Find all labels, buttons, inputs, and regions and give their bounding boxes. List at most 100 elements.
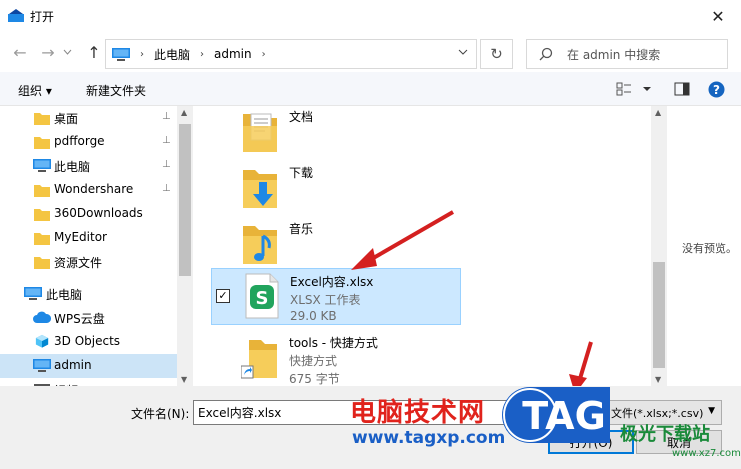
forward-button[interactable]: → xyxy=(38,42,58,62)
watermark-tag-logo: TAG xyxy=(502,387,610,443)
downloads-folder-icon xyxy=(243,170,277,208)
watermark-title: 电脑技术网 xyxy=(350,398,486,428)
search-icon xyxy=(539,47,553,61)
refresh-icon: ↻ xyxy=(490,45,503,63)
breadcrumb-this-pc[interactable]: 此电脑 xyxy=(154,46,190,63)
search-placeholder: 在 admin 中搜索 xyxy=(567,47,661,62)
refresh-button[interactable]: ↻ xyxy=(480,39,513,69)
scrollbar-thumb[interactable] xyxy=(179,124,191,276)
file-list-scrollbar[interactable]: ▲ ▼ xyxy=(651,106,667,386)
app-icon xyxy=(8,9,24,22)
sidebar-item-admin[interactable]: admin xyxy=(0,354,177,378)
sidebar-item-pdfforge[interactable]: pdfforge ⊥ xyxy=(0,130,177,154)
sidebar-item-label: 360Downloads xyxy=(54,206,143,220)
arrow-up-icon: ↑ xyxy=(87,42,101,62)
back-button[interactable]: ← xyxy=(10,42,30,62)
scrollbar-thumb[interactable] xyxy=(653,262,665,368)
svg-text:S: S xyxy=(256,288,269,309)
sidebar-item-wondershare[interactable]: Wondershare ⊥ xyxy=(0,178,177,202)
file-size: 29.0 KB xyxy=(290,309,337,323)
filter-value: 文件(*.xlsx;*.csv) xyxy=(611,406,704,420)
sidebar-item-myeditor[interactable]: MyEditor xyxy=(0,226,177,250)
sidebar-item-360downloads[interactable]: 360Downloads xyxy=(0,202,177,226)
file-size: 675 字节 xyxy=(289,372,340,386)
sidebar-item-label: MyEditor xyxy=(54,230,107,244)
file-name: 音乐 xyxy=(289,222,314,236)
address-dropdown-icon[interactable] xyxy=(458,47,468,58)
annotation-arrow xyxy=(569,341,593,386)
cloud-icon xyxy=(33,311,51,323)
arrow-left-icon: ← xyxy=(13,42,27,62)
svg-text:TAG: TAG xyxy=(522,394,606,438)
computer-icon xyxy=(112,47,130,61)
pin-icon: ⊥ xyxy=(162,135,171,146)
pin-icon: ⊥ xyxy=(162,159,171,170)
shortcut-folder-icon xyxy=(241,340,277,379)
sidebar-item-videos[interactable]: 视频 xyxy=(0,378,177,386)
chevron-down-icon: ▼ xyxy=(708,406,715,416)
organize-menu[interactable]: 组织 ▾ xyxy=(18,82,52,99)
file-name: tools - 快捷方式 xyxy=(289,336,378,350)
sidebar-item-resources[interactable]: 资源文件 xyxy=(0,250,177,274)
chevron-down-icon xyxy=(63,49,71,55)
sidebar-item-3d-objects[interactable]: 3D Objects xyxy=(0,330,177,354)
wps-spreadsheet-icon: S xyxy=(245,273,279,319)
scroll-down-icon[interactable]: ▼ xyxy=(655,375,661,384)
command-toolbar: 组织 ▾ 新建文件夹 ? xyxy=(0,72,741,106)
selection-checkbox[interactable]: ✓ xyxy=(216,289,230,303)
new-folder-button[interactable]: 新建文件夹 xyxy=(86,82,146,99)
scroll-up-icon[interactable]: ▲ xyxy=(181,108,187,117)
view-options-icon[interactable] xyxy=(616,81,632,97)
folder-icon xyxy=(34,137,50,149)
sidebar-item-label: 此电脑 xyxy=(46,288,83,302)
cube-icon xyxy=(35,334,49,348)
sidebar-item-this-pc-pinned[interactable]: 此电脑 ⊥ xyxy=(0,154,177,178)
scroll-up-icon[interactable]: ▲ xyxy=(655,108,661,117)
close-icon: ✕ xyxy=(711,6,725,26)
file-item-excel[interactable]: ✓ S Excel内容.xlsx XLSX 工作表 29.0 KB xyxy=(211,268,461,325)
folder-icon xyxy=(34,185,50,197)
no-preview-text: 没有预览。 xyxy=(682,242,737,255)
address-bar[interactable]: › 此电脑 › admin › xyxy=(105,39,477,69)
music-folder-icon xyxy=(243,226,277,264)
watermark-url: www.tagxp.com xyxy=(352,428,506,448)
folder-icon xyxy=(34,209,50,221)
pin-icon: ⊥ xyxy=(162,111,171,122)
scroll-down-icon[interactable]: ▼ xyxy=(181,375,187,384)
file-item-documents[interactable]: 文档 xyxy=(211,106,461,160)
sidebar-scrollbar[interactable]: ▲ ▼ xyxy=(177,106,193,386)
file-name: 下载 xyxy=(289,166,314,180)
folder-icon xyxy=(34,257,50,269)
navigation-pane: 桌面 ⊥ pdfforge ⊥ 此电脑 ⊥ Wondershare ⊥ 360D… xyxy=(0,106,193,386)
preview-pane: 没有预览。 xyxy=(667,106,741,386)
window-title: 打开 xyxy=(30,10,55,24)
svg-text:?: ? xyxy=(713,83,720,97)
help-icon[interactable]: ? xyxy=(708,81,725,98)
sidebar-item-label: admin xyxy=(54,358,92,372)
view-dropdown-icon[interactable] xyxy=(642,81,652,97)
search-box[interactable]: 在 admin 中搜索 xyxy=(526,39,728,69)
close-button[interactable]: ✕ xyxy=(695,0,741,32)
recent-locations-button[interactable] xyxy=(60,42,74,62)
navigation-bar: ← → ↑ › 此电脑 › admin › ↻ 在 admin 中搜索 xyxy=(0,32,741,72)
sidebar-item-label: Wondershare xyxy=(54,182,134,196)
computer-icon xyxy=(33,359,51,372)
watermark-site-name: 极光下载站 xyxy=(620,424,710,445)
up-button[interactable]: ↑ xyxy=(84,42,104,62)
file-type: XLSX 工作表 xyxy=(290,293,361,307)
breadcrumb-admin[interactable]: admin xyxy=(214,47,252,61)
file-item-tools-shortcut[interactable]: tools - 快捷方式 快捷方式 675 字节 xyxy=(211,330,461,386)
breadcrumb-separator: › xyxy=(261,48,266,60)
sidebar-item-this-pc[interactable]: 此电脑 xyxy=(0,282,177,306)
sidebar-item-wps-cloud[interactable]: WPS云盘 xyxy=(0,306,177,330)
title-bar: 打开 ✕ xyxy=(0,0,741,32)
file-type: 快捷方式 xyxy=(289,354,338,368)
computer-icon xyxy=(33,159,51,172)
filename-value: Excel内容.xlsx xyxy=(198,406,282,420)
preview-pane-icon[interactable] xyxy=(674,81,690,97)
sidebar-item-desktop[interactable]: 桌面 ⊥ xyxy=(0,106,177,130)
sidebar-item-label: 3D Objects xyxy=(54,334,121,348)
watermark-site-url: www.xz7.com xyxy=(672,448,741,459)
breadcrumb-separator: › xyxy=(200,48,205,60)
computer-icon xyxy=(24,287,42,300)
